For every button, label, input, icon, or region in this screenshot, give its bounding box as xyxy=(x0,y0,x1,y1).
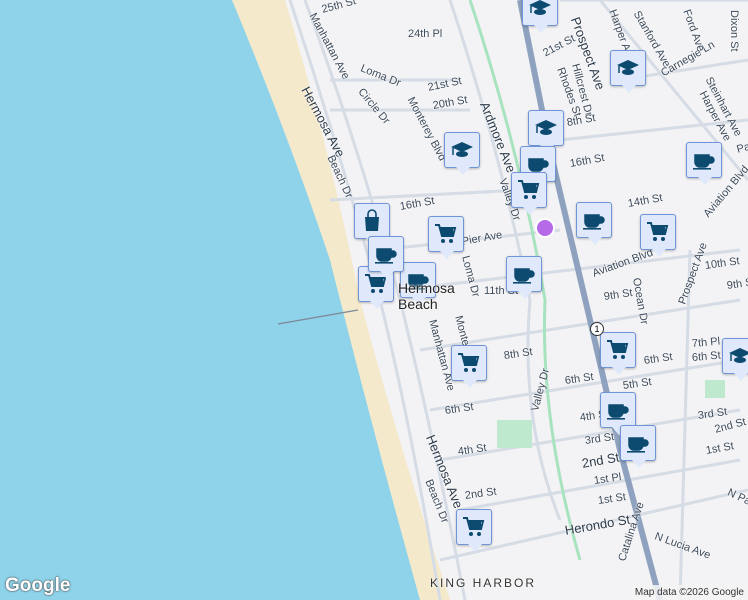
cup-marker[interactable] xyxy=(368,236,404,279)
cart-marker[interactable] xyxy=(456,509,492,552)
bag-icon xyxy=(365,209,379,231)
cup-marker[interactable] xyxy=(620,425,656,468)
cup-icon xyxy=(375,248,397,264)
map-attribution[interactable]: Map data ©2026 Google xyxy=(630,585,748,600)
cart-marker[interactable] xyxy=(640,214,676,257)
cart-icon xyxy=(518,180,540,199)
cart-marker[interactable] xyxy=(511,172,547,215)
cart-icon xyxy=(463,517,485,536)
cup-marker[interactable] xyxy=(600,392,636,435)
school-marker[interactable] xyxy=(528,110,564,153)
area-label: KING HARBOR xyxy=(430,576,537,590)
cup-marker[interactable] xyxy=(506,256,542,299)
street-label: 6th St xyxy=(691,349,722,364)
city-label-line1: Hermosa xyxy=(398,280,455,296)
school-icon xyxy=(729,348,748,363)
cup-icon xyxy=(513,268,535,284)
cup-icon xyxy=(607,404,629,420)
school-icon xyxy=(529,0,551,15)
cart-marker[interactable] xyxy=(451,345,487,388)
cart-marker[interactable] xyxy=(428,216,464,259)
cart-icon xyxy=(458,353,480,372)
cup-marker[interactable] xyxy=(686,142,722,185)
school-marker[interactable] xyxy=(444,132,480,175)
cup-marker[interactable] xyxy=(576,202,612,245)
city-label-line2: Beach xyxy=(398,296,438,312)
highway-shield: 1 xyxy=(590,322,604,336)
cup-icon xyxy=(627,437,649,453)
street-label: 7th Pl xyxy=(691,335,721,350)
street-label: 24th Pl xyxy=(408,28,443,40)
school-marker[interactable] xyxy=(610,50,646,93)
museum-icon[interactable] xyxy=(535,218,555,238)
school-icon xyxy=(535,120,557,135)
school-marker[interactable] xyxy=(722,338,748,381)
school-marker[interactable] xyxy=(522,0,558,33)
school-icon xyxy=(451,142,473,157)
bag-marker[interactable] xyxy=(354,203,390,246)
cart-icon xyxy=(647,222,669,241)
cup-icon xyxy=(693,154,715,170)
cart-icon xyxy=(435,224,457,243)
school-icon xyxy=(617,60,639,75)
cart-icon xyxy=(607,340,629,359)
street-label: Dixon St xyxy=(728,10,740,52)
cup-icon xyxy=(583,214,605,230)
cart-marker[interactable] xyxy=(600,332,636,375)
google-logo[interactable]: Google xyxy=(5,575,70,597)
